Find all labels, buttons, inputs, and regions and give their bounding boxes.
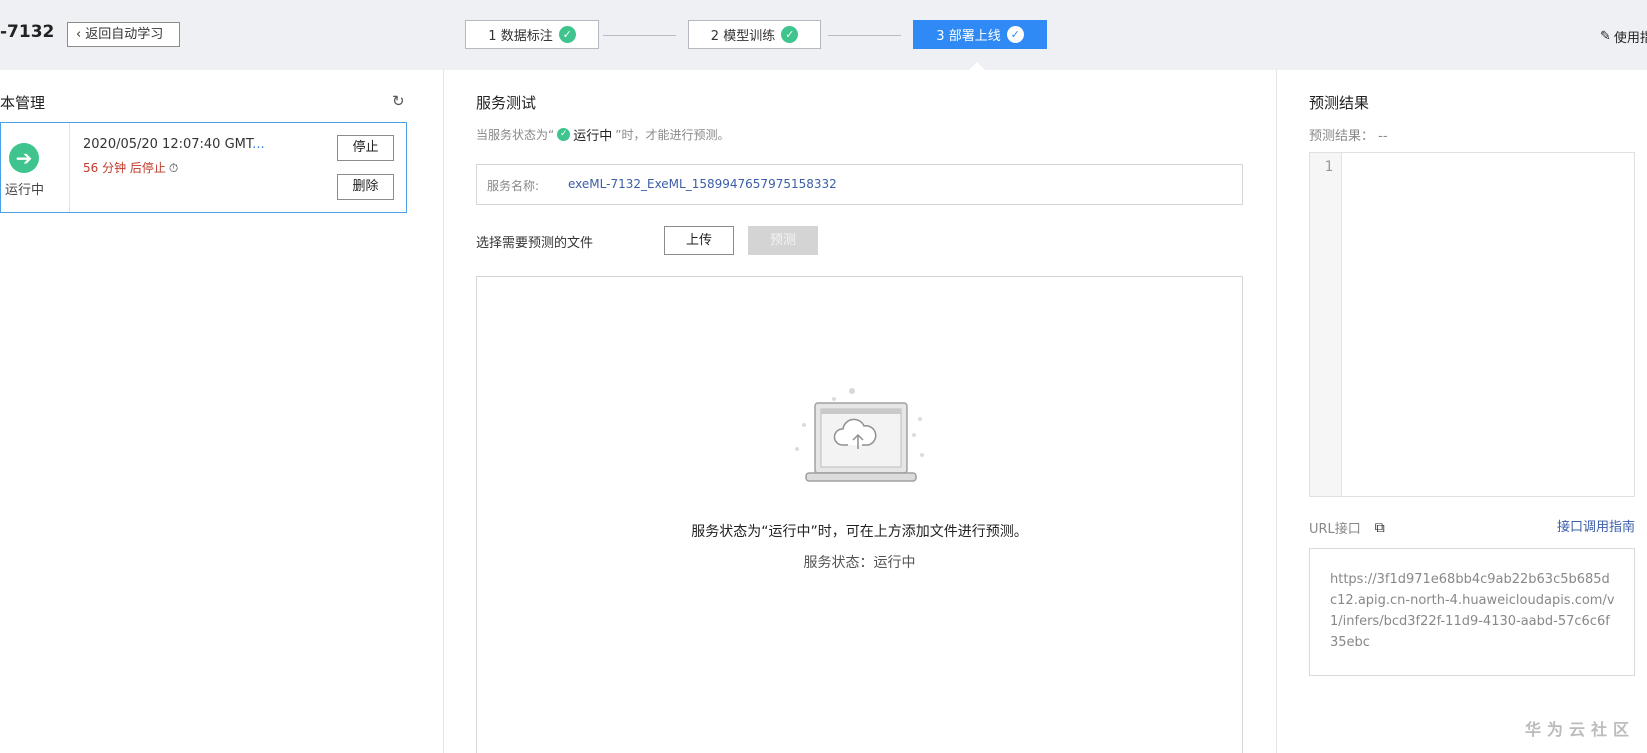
- active-step-pointer: [969, 62, 985, 70]
- version-management-title: 本管理: [0, 94, 46, 112]
- version-time: 2020/05/20 12:07:40 GMT...: [83, 137, 265, 152]
- panel-divider: [443, 70, 444, 753]
- service-name-field: 服务名称: exeML-7132_ExeML_15899476579751583…: [476, 164, 1243, 205]
- usage-guide-link[interactable]: ✎ 使用指: [1600, 27, 1647, 46]
- result-editor[interactable]: 1: [1309, 152, 1635, 497]
- prediction-result-summary: 预测结果： --: [1309, 125, 1388, 144]
- edit-doc-icon: ✎: [1600, 29, 1611, 44]
- url-interface: URL接口 ⧉: [1309, 518, 1385, 538]
- url-box: https://3f1d971e68bb4c9ab22b63c5b685dc12…: [1309, 548, 1635, 676]
- drop-area-message: 服务状态为“运行中”时，可在上方添加文件进行预测。: [691, 524, 1028, 540]
- check-icon: ✓: [1006, 26, 1024, 43]
- prediction-result-value: --: [1378, 129, 1388, 144]
- service-name-label: 服务名称:: [487, 179, 540, 193]
- api-guide-link[interactable]: 接口调用指南: [1557, 516, 1635, 535]
- step-label: 1 数据标注: [488, 29, 553, 44]
- service-test-title: 服务测试: [476, 94, 537, 112]
- check-icon: ✓: [558, 26, 576, 43]
- refresh-icon[interactable]: ↻: [392, 92, 405, 110]
- hint-status: 运行中: [573, 129, 613, 144]
- back-button-label: 返回自动学习: [85, 27, 164, 42]
- stop-countdown-text: 56 分钟 后停止: [83, 161, 166, 175]
- step-deploy[interactable]: 3 部署上线 ✓: [913, 20, 1047, 49]
- stop-countdown: 56 分钟 后停止 ⏱: [83, 159, 178, 176]
- project-name: -7132: [0, 22, 55, 42]
- service-name-value: exeML-7132_ExeML_1589947657975158332: [568, 177, 837, 191]
- laptop-upload-icon: [795, 388, 924, 482]
- arrow-right-icon: ➔: [9, 143, 39, 173]
- url-interface-label: URL接口: [1309, 522, 1361, 537]
- watermark: 华为云社区: [1524, 720, 1635, 739]
- prediction-result-title: 预测结果: [1309, 94, 1370, 112]
- predict-button[interactable]: 预测: [748, 226, 818, 255]
- step-model-training[interactable]: 2 模型训练 ✓: [688, 20, 821, 49]
- back-button[interactable]: ‹ 返回自动学习: [67, 22, 180, 47]
- drop-area-status: 服务状态：运行中: [803, 555, 916, 571]
- top-bar: -7132 ‹ 返回自动学习 1 数据标注 ✓ 2 模型训练 ✓ 3 部署上线 …: [0, 0, 1647, 70]
- hint-suffix: ”时，才能进行预测。: [615, 128, 730, 142]
- service-test-hint: 当服务状态为“ ✓ 运行中 ”时，才能进行预测。: [476, 125, 729, 144]
- version-time-text: 2020/05/20 12:07:40 GMT: [83, 137, 253, 152]
- usage-guide-label: 使用指: [1613, 31, 1647, 46]
- file-drop-area[interactable]: 服务状态为“运行中”时，可在上方添加文件进行预测。 服务状态：运行中: [476, 276, 1243, 753]
- url-text[interactable]: https://3f1d971e68bb4c9ab22b63c5b685dc12…: [1330, 569, 1615, 653]
- chevron-left-icon: ‹: [76, 27, 82, 42]
- upload-button[interactable]: 上传: [664, 226, 734, 255]
- delete-button[interactable]: 删除: [337, 174, 394, 200]
- version-card: ➔ 运行中 2020/05/20 12:07:40 GMT... 56 分钟 后…: [0, 122, 407, 213]
- step-connector: [828, 35, 901, 36]
- time-ellipsis[interactable]: ...: [252, 137, 264, 152]
- alarm-clock-icon[interactable]: ⏱: [169, 161, 178, 175]
- hint-prefix: 当服务状态为“: [476, 128, 555, 142]
- stop-button[interactable]: 停止: [337, 135, 394, 161]
- panel-divider: [1276, 70, 1277, 753]
- file-select-label: 选择需要预测的文件: [476, 236, 594, 251]
- version-status: 运行中: [5, 183, 45, 198]
- check-icon: ✓: [557, 128, 571, 141]
- check-icon: ✓: [781, 26, 799, 43]
- line-number: 1: [1324, 159, 1333, 175]
- copy-icon[interactable]: ⧉: [1375, 520, 1385, 536]
- prediction-result-label: 预测结果：: [1309, 129, 1375, 144]
- step-connector: [603, 35, 676, 36]
- editor-gutter: 1: [1310, 153, 1342, 496]
- divider: [69, 123, 70, 212]
- step-data-labeling[interactable]: 1 数据标注 ✓: [465, 20, 599, 49]
- step-label: 2 模型训练: [710, 29, 776, 44]
- step-label: 3 部署上线: [936, 29, 1001, 44]
